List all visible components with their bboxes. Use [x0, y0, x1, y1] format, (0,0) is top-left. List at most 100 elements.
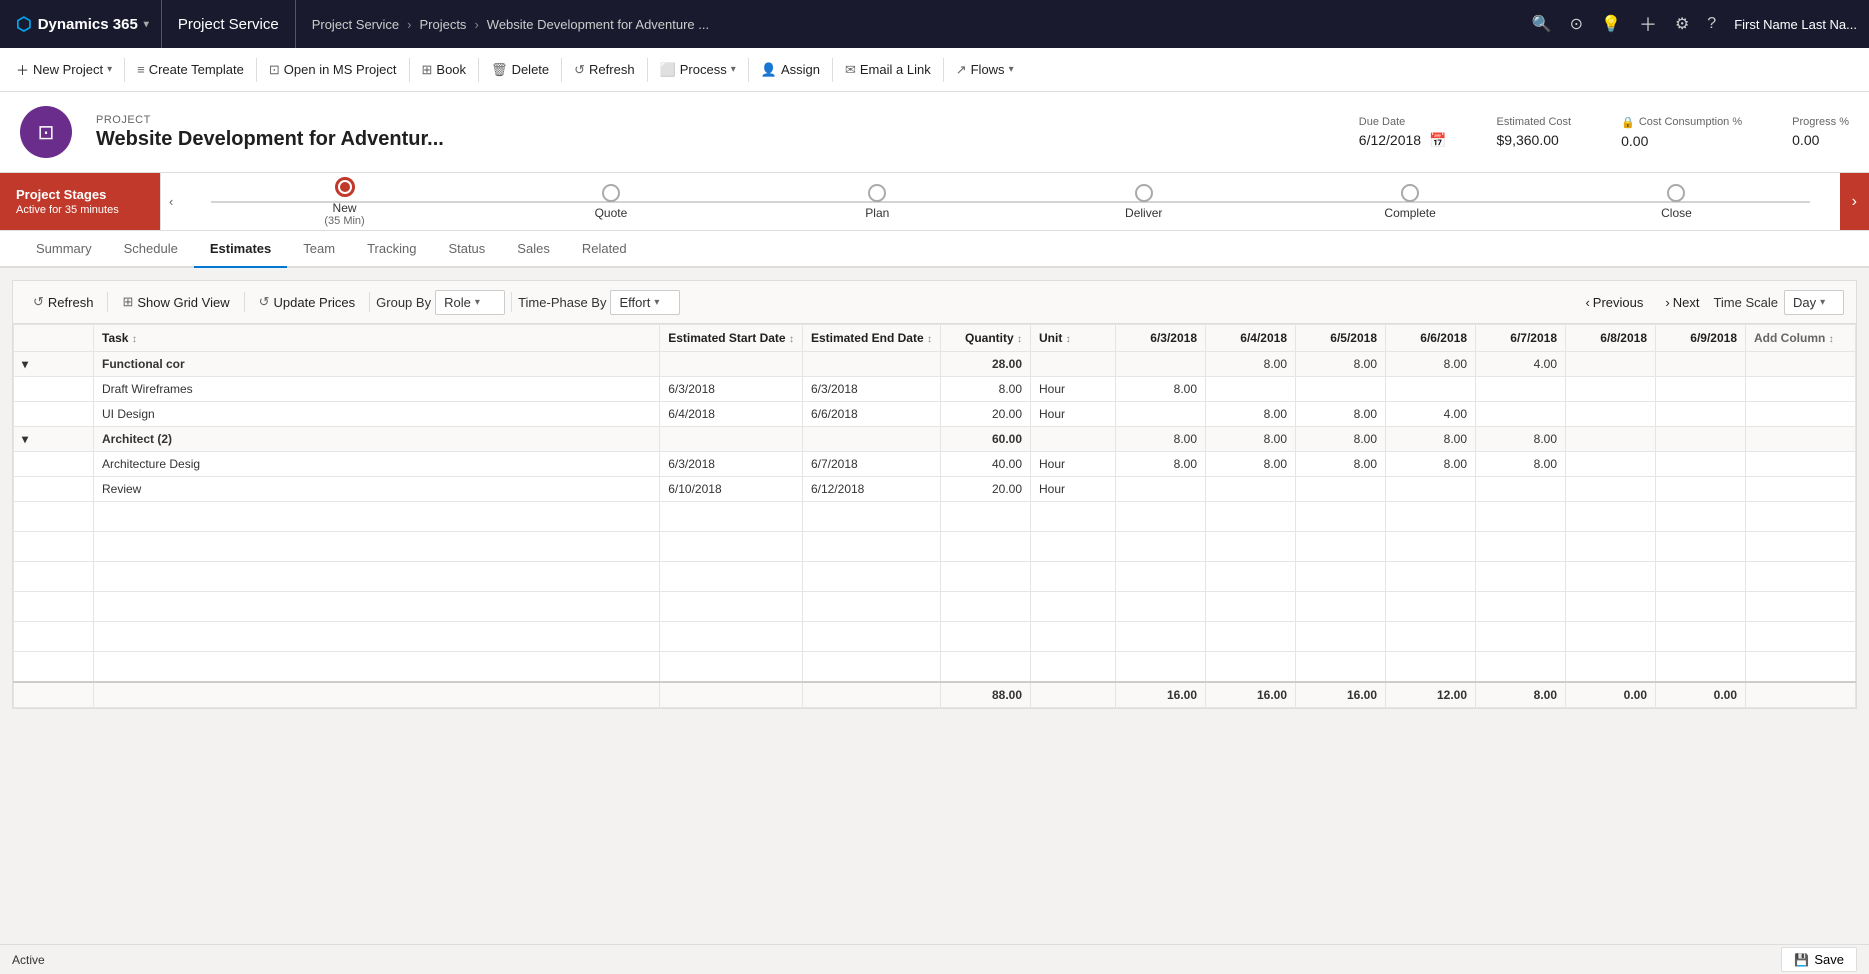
col-header-end-date[interactable]: Estimated End Date ↕ [802, 325, 940, 352]
empty-row [14, 532, 1856, 562]
assign-button[interactable]: 👤 Assign [751, 56, 830, 84]
tab-status[interactable]: Status [432, 231, 501, 268]
stage-arrow-left[interactable]: ‹ [160, 173, 181, 230]
estimated-cost-label: Estimated Cost [1497, 116, 1572, 128]
top-nav-icons: 🔍 ⊙ 💡 ＋ ⚙ ? First Name Last Na... [1532, 11, 1857, 37]
ad-add [1746, 452, 1856, 477]
new-project-label: New Project [33, 62, 103, 77]
timephase-select[interactable]: Effort ▾ [610, 290, 680, 315]
open-ms-project-button[interactable]: ⊡ Open in MS Project [259, 56, 407, 84]
empty-row [14, 652, 1856, 682]
tab-team[interactable]: Team [287, 231, 351, 268]
new-project-dropdown-icon: ▾ [107, 64, 112, 75]
totals-fixed [14, 682, 94, 708]
update-prices-button[interactable]: ↺ Update Prices [251, 289, 364, 315]
col-header-add-column[interactable]: Add Column ↕ [1746, 325, 1856, 352]
progress-value: 0.00 [1792, 132, 1849, 148]
refresh-button[interactable]: ↺ Refresh [564, 56, 644, 84]
cmd-sep1 [124, 58, 125, 82]
estimates-refresh-button[interactable]: ↺ Refresh [25, 289, 101, 315]
tab-sales[interactable]: Sales [501, 231, 566, 268]
process-button[interactable]: ⬜ Process ▾ [650, 56, 746, 84]
stage-step-new-label: New [333, 201, 357, 215]
tab-summary[interactable]: Summary [20, 231, 108, 268]
qty-sort-icon: ↕ [1017, 334, 1022, 345]
stage-step-close[interactable]: Close [1543, 184, 1809, 220]
arch-expand-cell[interactable]: ▾ [14, 427, 94, 452]
stage-step-close-circle [1667, 184, 1685, 202]
tab-estimates[interactable]: Estimates [194, 231, 287, 268]
group-by-dropdown-icon: ▾ [475, 297, 480, 308]
ui-task: UI Design [94, 402, 660, 427]
tab-schedule[interactable]: Schedule [108, 231, 194, 268]
save-button[interactable]: 💾 Save [1781, 947, 1857, 972]
grid-container: Task ↕ Estimated Start Date ↕ Estimated … [13, 324, 1856, 708]
stage-step-complete[interactable]: Complete [1277, 184, 1543, 220]
next-button[interactable]: › Next [1657, 290, 1707, 315]
project-header: ⊡ PROJECT Website Development for Advent… [0, 92, 1869, 173]
tab-tracking[interactable]: Tracking [351, 231, 432, 268]
stage-step-deliver[interactable]: Deliver [1011, 184, 1277, 220]
flows-button[interactable]: ↗ Flows ▾ [946, 56, 1024, 84]
process-label: Process [680, 62, 727, 77]
group-expand-cell[interactable]: ▾ [14, 352, 94, 377]
stage-step-deliver-circle [1135, 184, 1153, 202]
col-header-unit[interactable]: Unit ↕ [1031, 325, 1116, 352]
stage-step-complete-label: Complete [1384, 206, 1435, 220]
create-template-button[interactable]: ≡ Create Template [127, 56, 254, 83]
stage-arrow-right[interactable]: › [1840, 173, 1869, 230]
show-grid-view-button[interactable]: ⊞ Show Grid View [114, 289, 237, 315]
ad-fixed [14, 452, 94, 477]
totals-task [94, 682, 660, 708]
book-button[interactable]: ⊞ Book [412, 56, 477, 84]
stage-step-close-label: Close [1661, 206, 1692, 220]
stage-step-new[interactable]: New (35 Min) [211, 177, 477, 227]
col-header-task[interactable]: Task ↕ [94, 325, 660, 352]
plus-icon[interactable]: ＋ [1639, 11, 1657, 37]
col-header-date-1: 6/4/2018 [1206, 325, 1296, 352]
process-icon: ⬜ [660, 62, 676, 78]
breadcrumb: Project Service › Projects › Website Dev… [296, 17, 1532, 32]
email-icon: ✉ [845, 62, 856, 78]
email-link-button[interactable]: ✉ Email a Link [835, 56, 941, 84]
dr-d1 [1206, 377, 1296, 402]
help-icon[interactable]: 💡 [1601, 14, 1621, 34]
stage-step-complete-circle [1401, 184, 1419, 202]
arch-start-cell [660, 427, 803, 452]
dynamics365-nav[interactable]: ⬡ Dynamics 365 ▾ [12, 0, 162, 48]
dr-d6 [1656, 377, 1746, 402]
dr-d3 [1386, 377, 1476, 402]
stage-label-sub: Active for 35 minutes [16, 204, 144, 216]
add-column-dropdown-icon: ↕ [1829, 334, 1834, 345]
ui-d0 [1116, 402, 1206, 427]
estimated-cost-value: $9,360.00 [1497, 132, 1572, 148]
timescale-select[interactable]: Day ▾ [1784, 290, 1844, 315]
stage-step-plan[interactable]: Plan [744, 184, 1010, 220]
new-project-button[interactable]: ＋ New Project ▾ [6, 54, 122, 85]
update-prices-label: Update Prices [274, 295, 356, 310]
breadcrumb-project-service[interactable]: Project Service [312, 17, 399, 32]
previous-label: Previous [1593, 295, 1644, 310]
end-date-sort-icon: ↕ [927, 334, 932, 345]
start-date-sort-icon: ↕ [789, 334, 794, 345]
breadcrumb-projects[interactable]: Projects [419, 17, 466, 32]
tab-related[interactable]: Related [566, 231, 643, 268]
search-icon[interactable]: 🔍 [1532, 14, 1552, 34]
rv-d3 [1386, 477, 1476, 502]
calendar-icon[interactable]: 📅 [1429, 132, 1446, 149]
delete-button[interactable]: 🗑 Delete [481, 56, 559, 84]
dr-d2 [1296, 377, 1386, 402]
rv-d0 [1116, 477, 1206, 502]
group-add-cell [1746, 352, 1856, 377]
target-icon[interactable]: ⊙ [1570, 14, 1583, 34]
col-header-quantity[interactable]: Quantity ↕ [941, 325, 1031, 352]
col-header-start-date[interactable]: Estimated Start Date ↕ [660, 325, 803, 352]
stage-step-quote[interactable]: Quote [478, 184, 744, 220]
settings-icon[interactable]: ⚙ [1675, 14, 1689, 34]
dr-fixed [14, 377, 94, 402]
user-avatar[interactable]: First Name Last Na... [1734, 17, 1857, 32]
stage-step-new-circle [335, 177, 355, 197]
previous-button[interactable]: ‹ Previous [1577, 290, 1651, 315]
question-icon[interactable]: ? [1707, 15, 1716, 33]
group-by-select[interactable]: Role ▾ [435, 290, 505, 315]
